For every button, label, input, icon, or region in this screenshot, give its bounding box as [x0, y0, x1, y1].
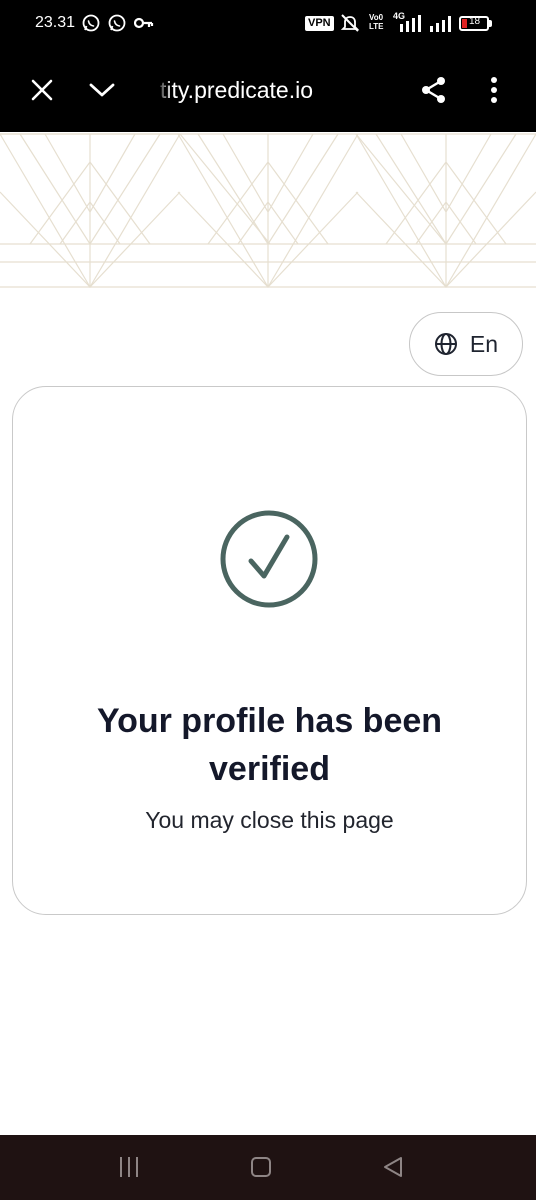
check-circle-icon — [220, 510, 318, 608]
close-button[interactable] — [22, 70, 62, 110]
back-icon[interactable] — [382, 1155, 404, 1179]
mute-icon — [340, 14, 360, 32]
chevron-down-icon — [89, 83, 115, 97]
volte-indicator: Vo0 LTE — [369, 13, 384, 31]
browser-toolbar: tity.predicate.io — [0, 50, 536, 132]
collapse-button[interactable] — [82, 70, 122, 110]
key-icon — [134, 17, 154, 29]
more-vert-icon — [491, 77, 497, 103]
language-label: En — [469, 330, 499, 357]
battery-level: 18 — [469, 16, 481, 27]
system-nav-bar — [0, 1135, 536, 1200]
verification-subtitle: You may close this page — [145, 807, 394, 833]
share-icon — [422, 77, 445, 103]
decorative-pattern — [0, 133, 536, 289]
verification-title: Your profile has been verified — [96, 702, 443, 788]
share-button[interactable] — [414, 70, 454, 110]
language-selector[interactable]: En — [409, 312, 523, 376]
whatsapp-icon — [108, 14, 126, 32]
vpn-badge: VPN — [305, 16, 334, 31]
status-bar: 23.31 VPN Vo0 LTE 4G 18 — [0, 0, 536, 50]
verification-card: Your profile has been verified You may c… — [12, 386, 527, 915]
globe-icon — [434, 333, 457, 355]
more-options-button[interactable] — [474, 70, 514, 110]
signal-icon — [430, 16, 451, 32]
home-icon[interactable] — [250, 1156, 272, 1178]
battery-icon: 18 — [459, 16, 489, 31]
url-bar[interactable]: tity.predicate.io — [160, 77, 313, 104]
recent-apps-icon[interactable] — [118, 1153, 140, 1181]
signal-icon — [400, 15, 421, 32]
close-icon — [31, 79, 53, 101]
status-time: 23.31 — [35, 14, 76, 31]
whatsapp-icon — [82, 14, 100, 32]
